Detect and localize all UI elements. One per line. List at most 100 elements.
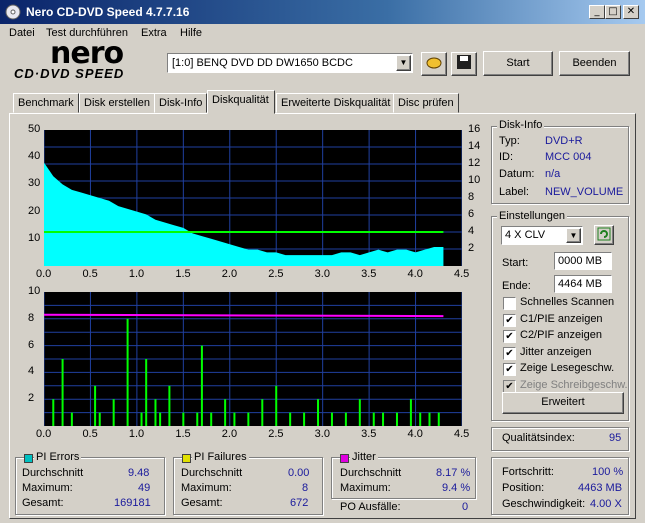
checkbox-0[interactable] (503, 297, 516, 310)
checkbox-label-3: Jitter anzeigen (520, 345, 592, 358)
exit-button[interactable]: Beenden (559, 51, 630, 76)
pi-failure-bar (196, 412, 199, 426)
pi-failure-bar (372, 412, 375, 426)
x-tick-label: 1.5 (175, 268, 191, 280)
x-tick-label: 4.5 (454, 268, 470, 280)
y-tick-label: 6 (28, 338, 35, 351)
start-button[interactable]: Start (483, 51, 553, 76)
x-tick-label: 0.0 (36, 428, 52, 440)
pi-errors-avg-label: Durchschnitt (22, 467, 84, 479)
x-tick-label: 0.0 (36, 268, 52, 280)
y-tick-label: 8 (28, 311, 35, 324)
disk-type-value: DVD+R (545, 135, 583, 147)
disk-info-heading: Disk-Info (497, 119, 545, 131)
x-tick-label: 4.0 (407, 268, 423, 280)
x-tick-label: 4.0 (407, 428, 423, 440)
pi-failures-total-label: Gesamt: (181, 497, 223, 509)
tab-diskqualitaet[interactable]: Diskqualität (207, 90, 275, 114)
pi-errors-avg-value: 9.48 (128, 467, 150, 479)
pi-failure-bar (224, 399, 227, 426)
menu-datei[interactable]: Datei (9, 27, 35, 39)
pi-failure-bar (145, 359, 148, 426)
x-tick-label: 0.5 (82, 268, 98, 280)
y-right-tick-label: 16 (468, 123, 481, 135)
x-tick-label: 2.0 (221, 428, 238, 440)
title-bar: Nero CD-DVD Speed 4.7.7.16 _ □ ✕ (0, 0, 645, 24)
save-button[interactable] (451, 52, 477, 76)
maximize-button[interactable]: □ (605, 5, 621, 19)
pi-failure-bar (140, 412, 143, 426)
y-tick-label: 2 (28, 392, 35, 405)
disk-label-value: NEW_VOLUME (545, 186, 624, 198)
floppy-icon (457, 55, 471, 69)
x-tick-label: 3.0 (314, 428, 330, 440)
pi-failures-total-value: 672 (290, 497, 309, 509)
chevron-down-icon[interactable]: ▼ (396, 55, 411, 71)
pi-failure-bar (428, 412, 431, 426)
pi-failures-chart (43, 292, 463, 426)
y-right-tick-label: 2 (468, 242, 475, 254)
checkbox-label-1: C1/PIE anzeigen (520, 312, 603, 325)
refresh-button[interactable] (594, 225, 614, 245)
menu-hilfe[interactable]: Hilfe (180, 27, 202, 39)
pi-failure-bar (247, 412, 250, 426)
checkbox-5: ✔ (503, 379, 516, 393)
tab-disc-pruefen[interactable]: Disc prüfen (393, 93, 459, 113)
menu-extra[interactable]: Extra (141, 27, 167, 39)
tab-disk-info[interactable]: Disk-Info (154, 93, 208, 113)
checkbox-label-4: Zeige Lesegeschw. (520, 362, 615, 374)
tab-erweiterte-diskqualitaet[interactable]: Erweiterte Diskqualität (276, 93, 396, 113)
pi-failure-bar (261, 399, 264, 426)
progress-label: Fortschritt: (502, 466, 554, 478)
minimize-button[interactable]: _ (589, 5, 605, 19)
checkbox-4[interactable]: ✔ (503, 363, 516, 376)
window-title: Nero CD-DVD Speed 4.7.7.16 (26, 5, 190, 19)
y-tick-label: 10 (28, 285, 41, 297)
drive-select[interactable]: [1:0] BENQ DVD DD DW1650 BCDC ▼ (167, 53, 413, 73)
speed-label: Geschwindigkeit: (502, 498, 586, 510)
y-tick-label: 40 (28, 150, 41, 163)
checkbox-2[interactable]: ✔ (503, 330, 516, 343)
jitter-swatch (340, 454, 349, 463)
end-input[interactable]: 4464 MB (554, 275, 612, 293)
pi-failure-bar (382, 412, 385, 426)
checkbox-label-5: Zeige Schreibgeschw. (520, 378, 628, 391)
pi-failure-bar (94, 385, 97, 426)
checkbox-label-2: C2/PIF anzeigen (520, 329, 602, 341)
pi-failures-max-value: 8 (302, 482, 309, 494)
disk-type-label: Typ: (499, 135, 520, 147)
pi-failure-bar (159, 412, 162, 426)
x-tick-label: 3.0 (314, 268, 330, 280)
disk-id-label: ID: (499, 151, 514, 163)
pi-failure-bar (437, 412, 440, 426)
pi-failure-bar (210, 412, 213, 426)
y-right-tick-label: 6 (468, 208, 475, 220)
jitter-avg-value: 8.17 % (436, 467, 471, 479)
jitter-max-value: 9.4 % (442, 482, 471, 494)
pi-failure-bar (126, 318, 129, 426)
x-tick-label: 2.0 (221, 268, 238, 280)
chevron-down-icon[interactable]: ▼ (566, 228, 581, 243)
pi-errors-max-value: 49 (138, 482, 151, 494)
pi-failure-bar (303, 412, 306, 426)
x-tick-label: 1.0 (128, 428, 145, 440)
checkbox-1[interactable]: ✔ (503, 313, 516, 327)
pi-failure-bar (154, 399, 157, 426)
disk-label-label: Label: (499, 186, 529, 198)
disk-id-value: MCC 004 (545, 151, 592, 163)
quality-value: 95 (609, 432, 622, 444)
tab-disk-erstellen[interactable]: Disk erstellen (79, 93, 156, 113)
pi-failure-bar (98, 412, 101, 426)
close-button[interactable]: ✕ (623, 5, 639, 19)
checkbox-3[interactable]: ✔ (503, 346, 516, 360)
start-input[interactable]: 0000 MB (554, 252, 612, 270)
speed-select[interactable]: 4 X CLV ▼ (501, 226, 583, 245)
pi-failures-swatch (182, 454, 191, 463)
tab-benchmark[interactable]: Benchmark (13, 93, 79, 113)
pi-errors-area (44, 162, 444, 266)
eject-button[interactable] (421, 52, 447, 76)
po-failures-label: PO Ausfälle: (340, 501, 401, 513)
advanced-button[interactable]: Erweitert (502, 392, 624, 414)
speed-value: 4.00 X (590, 498, 622, 510)
pi-failure-bar (233, 412, 236, 426)
